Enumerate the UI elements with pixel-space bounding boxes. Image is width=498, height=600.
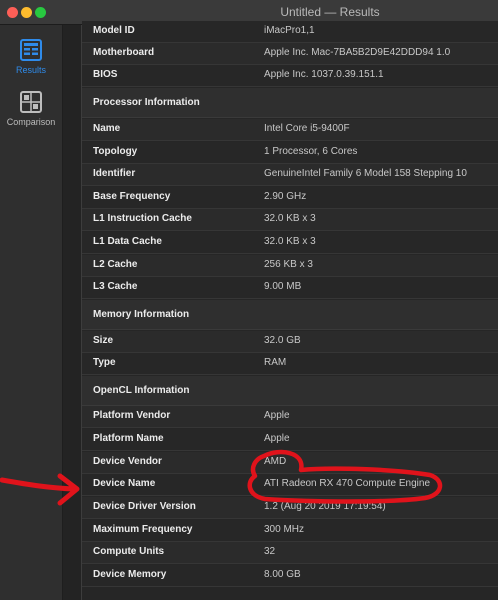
row-key: Platform Name bbox=[93, 433, 164, 444]
row-key: Type bbox=[93, 357, 116, 368]
section-title: Processor Information bbox=[93, 97, 200, 108]
row-value: 9.00 MB bbox=[264, 281, 302, 292]
row-key: L1 Data Cache bbox=[93, 236, 162, 247]
results-table: Model ID iMacPro1,1 Motherboard Apple In… bbox=[81, 21, 498, 600]
row-value: 1.2 (Aug 20 2019 17:19:54) bbox=[264, 501, 386, 512]
table-row: Platform Vendor Apple bbox=[82, 406, 498, 428]
row-key: Device Vendor bbox=[93, 456, 162, 467]
table-row: Size 32.0 GB bbox=[82, 331, 498, 353]
row-key: Name bbox=[93, 123, 121, 134]
row-value: 32.0 KB x 3 bbox=[264, 213, 316, 224]
section-title: Memory Information bbox=[93, 309, 190, 320]
row-value: Apple Inc. 1037.0.39.151.1 bbox=[264, 69, 384, 80]
zoom-window-button[interactable] bbox=[35, 7, 46, 18]
comparison-icon bbox=[20, 91, 42, 113]
row-value: 1 Processor, 6 Cores bbox=[264, 146, 358, 157]
table-row: L1 Instruction Cache 32.0 KB x 3 bbox=[82, 209, 498, 231]
row-key: L1 Instruction Cache bbox=[93, 213, 192, 224]
row-key: Device Name bbox=[93, 478, 156, 489]
row-value: Apple Inc. Mac-7BA5B2D9E42DDD94 1.0 bbox=[264, 47, 451, 58]
row-key: Size bbox=[93, 335, 114, 346]
row-key: Identifier bbox=[93, 168, 136, 179]
row-value: AMD bbox=[264, 456, 287, 467]
table-row: Motherboard Apple Inc. Mac-7BA5B2D9E42DD… bbox=[82, 43, 498, 65]
table-row: Name Intel Core i5-9400F bbox=[82, 119, 498, 141]
row-value: ATI Radeon RX 470 Compute Engine bbox=[264, 478, 431, 489]
sidebar-item-label: Results bbox=[15, 65, 46, 75]
sidebar-item-comparison[interactable]: Comparison bbox=[0, 91, 62, 127]
section-header-opencl: OpenCL Information bbox=[82, 376, 498, 406]
row-key: Base Frequency bbox=[93, 191, 171, 202]
table-row: Model ID iMacPro1,1 bbox=[82, 21, 498, 43]
row-value: 32 bbox=[264, 546, 276, 557]
close-window-button[interactable] bbox=[7, 7, 18, 18]
section-title: OpenCL Information bbox=[93, 385, 190, 396]
section-header-memory: Memory Information bbox=[82, 300, 498, 330]
table-row: Type RAM bbox=[82, 353, 498, 375]
sidebar: Results Comparison bbox=[0, 25, 63, 600]
row-value: RAM bbox=[264, 357, 287, 368]
table-row: Topology 1 Processor, 6 Cores bbox=[82, 142, 498, 164]
row-value: 8.00 GB bbox=[264, 569, 301, 580]
sidebar-item-label: Comparison bbox=[6, 117, 56, 127]
table-row: Platform Name Apple bbox=[82, 429, 498, 451]
row-value: GenuineIntel Family 6 Model 158 Stepping… bbox=[264, 168, 467, 179]
table-row: Device Memory 8.00 GB bbox=[82, 565, 498, 587]
table-row: Compute Units 32 bbox=[82, 542, 498, 564]
table-row: Device Driver Version 1.2 (Aug 20 2019 1… bbox=[82, 497, 498, 519]
sidebar-item-results[interactable]: Results bbox=[0, 39, 62, 75]
window-title: Untitled — Results bbox=[280, 5, 380, 19]
row-value: Apple bbox=[264, 410, 290, 421]
table-row: Base Frequency 2.90 GHz bbox=[82, 187, 498, 209]
row-value: 32.0 KB x 3 bbox=[264, 236, 316, 247]
row-value: Intel Core i5-9400F bbox=[264, 123, 350, 134]
table-row: Device Name ATI Radeon RX 470 Compute En… bbox=[82, 474, 498, 496]
table-row: L1 Data Cache 32.0 KB x 3 bbox=[82, 232, 498, 254]
table-row: L3 Cache 9.00 MB bbox=[82, 277, 498, 299]
row-key: Platform Vendor bbox=[93, 410, 171, 421]
section-header-processor: Processor Information bbox=[82, 88, 498, 118]
table-row: Device Vendor AMD bbox=[82, 452, 498, 474]
results-icon bbox=[20, 39, 42, 61]
row-key: Compute Units bbox=[93, 546, 165, 557]
row-value: 32.0 GB bbox=[264, 335, 301, 346]
row-key: Motherboard bbox=[93, 47, 155, 58]
table-row: Maximum Frequency 300 MHz bbox=[82, 520, 498, 542]
minimize-window-button[interactable] bbox=[21, 7, 32, 18]
row-value: iMacPro1,1 bbox=[264, 25, 315, 36]
table-row: Identifier GenuineIntel Family 6 Model 1… bbox=[82, 164, 498, 186]
row-value: 256 KB x 3 bbox=[264, 259, 313, 270]
table-row: L2 Cache 256 KB x 3 bbox=[82, 255, 498, 277]
row-value: 300 MHz bbox=[264, 524, 305, 535]
row-key: Device Memory bbox=[93, 569, 167, 580]
row-key: BIOS bbox=[93, 69, 118, 80]
row-key: Topology bbox=[93, 146, 138, 157]
row-value: 2.90 GHz bbox=[264, 191, 307, 202]
row-key: L2 Cache bbox=[93, 259, 138, 270]
row-key: L3 Cache bbox=[93, 281, 138, 292]
row-key: Maximum Frequency bbox=[93, 524, 193, 535]
row-key: Model ID bbox=[93, 25, 135, 36]
table-row: BIOS Apple Inc. 1037.0.39.151.1 bbox=[82, 65, 498, 87]
content-gutter bbox=[63, 25, 81, 600]
row-value: Apple bbox=[264, 433, 290, 444]
row-key: Device Driver Version bbox=[93, 501, 196, 512]
